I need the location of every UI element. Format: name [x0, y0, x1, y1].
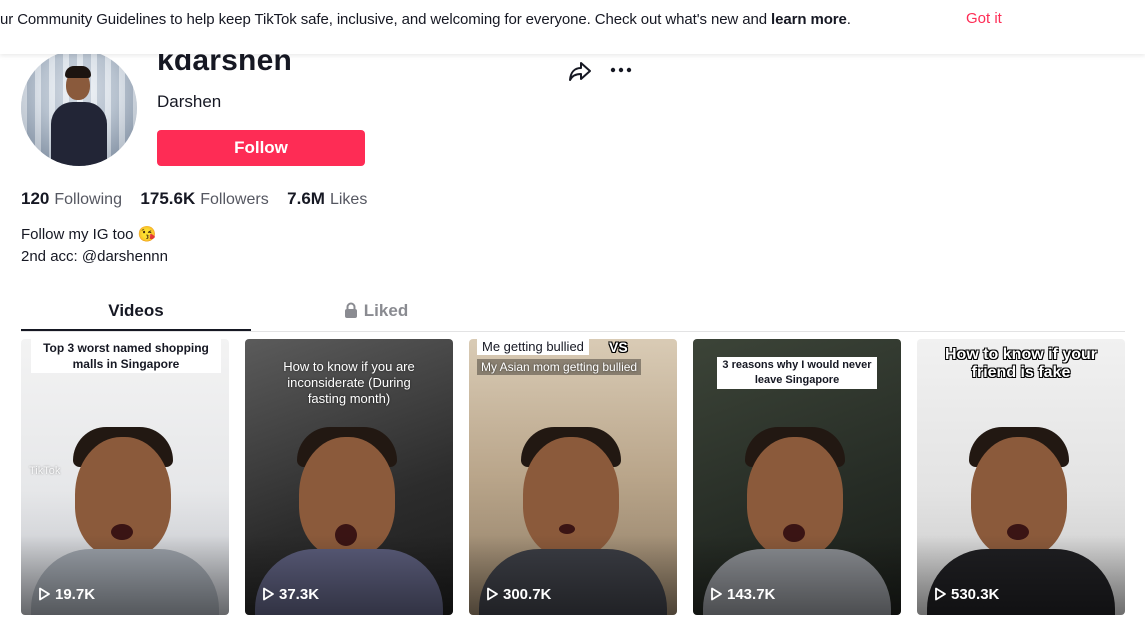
video-card[interactable]: 3 reasons why I would never leave Singap… [693, 339, 901, 615]
video-caption: How to know if you are inconsiderate (Du… [283, 359, 415, 406]
play-icon [37, 586, 55, 603]
video-caption-text: 3 reasons why I would never leave Singap… [717, 357, 877, 389]
tab-liked[interactable]: Liked [261, 292, 491, 329]
likes-label: Likes [329, 191, 368, 208]
followers-label: Followers [200, 191, 269, 208]
likes-count: 7.6M [287, 189, 325, 208]
video-caption-text: Top 3 worst named shopping malls in Sing… [31, 339, 221, 373]
play-icon [709, 586, 727, 603]
video-shade [693, 535, 901, 615]
more-icon[interactable] [608, 58, 634, 84]
followers-count: 175.6K [140, 189, 196, 208]
banner-period: . [846, 11, 851, 28]
profile-stats: 120 Following 175.6K Followers 7.6M Likes [21, 189, 381, 209]
view-count: 143.7K [709, 586, 775, 603]
view-count: 19.7K [37, 586, 95, 603]
video-shade [917, 535, 1125, 615]
avatar-figure [51, 102, 107, 166]
video-card[interactable]: How to know if you are inconsiderate (Du… [245, 339, 453, 615]
video-card[interactable]: TikTok Top 3 worst named shopping malls … [21, 339, 229, 615]
view-count-value: 300.7K [503, 586, 552, 603]
view-count-value: 37.3K [279, 586, 320, 603]
video-shade [469, 535, 677, 615]
video-caption: Top 3 worst named shopping malls in Sing… [31, 339, 221, 373]
following-stat[interactable]: 120 Following [21, 189, 122, 209]
video-card[interactable]: Me getting bullied VS My Asian mom getti… [469, 339, 677, 615]
play-icon [933, 586, 951, 603]
banner-message: ur Community Guidelines to help keep Tik… [0, 11, 851, 28]
view-count: 300.7K [485, 586, 551, 603]
likes-stat: 7.6M Likes [287, 189, 367, 209]
view-count-value: 143.7K [727, 586, 776, 603]
learn-more-link[interactable]: learn more [771, 11, 847, 28]
bio-line-1: Follow my IG too 😘 [21, 226, 157, 243]
following-label: Following [54, 191, 122, 208]
avatar-hair [65, 66, 91, 78]
video-caption: 3 reasons why I would never leave Singap… [717, 357, 877, 389]
video-caption: How to know if your friend is fake [945, 346, 1097, 381]
tab-liked-label: Liked [363, 301, 409, 320]
banner-text: ur Community Guidelines to help keep Tik… [0, 11, 772, 28]
video-caption-a-text: Me getting bullied [477, 339, 589, 355]
video-card[interactable]: How to know if your friend is fake 530.3… [917, 339, 1125, 615]
video-shade [245, 535, 453, 615]
video-shade [21, 535, 229, 615]
profile-display-name: Darshen [157, 92, 222, 111]
play-icon [261, 586, 279, 603]
tab-videos[interactable]: Videos [21, 292, 251, 331]
play-icon [485, 586, 503, 603]
video-caption-vs: VS [609, 339, 628, 355]
tiktok-watermark: TikTok [29, 465, 61, 477]
video-thumbnail-mouth [559, 524, 575, 534]
video-caption-b: My Asian mom getting bullied [477, 359, 642, 375]
following-count: 120 [21, 189, 50, 208]
followers-stat[interactable]: 175.6K Followers [140, 189, 268, 209]
view-count-value: 530.3K [951, 586, 1000, 603]
avatar[interactable] [21, 50, 137, 166]
profile-tabs: Videos Liked [21, 292, 1125, 332]
profile-bio: Follow my IG too 😘 2nd acc: @darshennn [21, 224, 168, 268]
follow-button[interactable]: Follow [157, 130, 365, 166]
share-icon[interactable] [567, 58, 593, 84]
got-it-button[interactable]: Got it [966, 10, 1002, 27]
community-guidelines-banner: ur Community Guidelines to help keep Tik… [0, 0, 1145, 54]
lock-icon [344, 301, 364, 320]
view-count-value: 19.7K [55, 586, 96, 603]
bio-line-2: 2nd acc: @darshennn [21, 248, 168, 265]
video-caption-a: Me getting bullied [477, 339, 589, 355]
view-count: 530.3K [933, 586, 999, 603]
view-count: 37.3K [261, 586, 319, 603]
